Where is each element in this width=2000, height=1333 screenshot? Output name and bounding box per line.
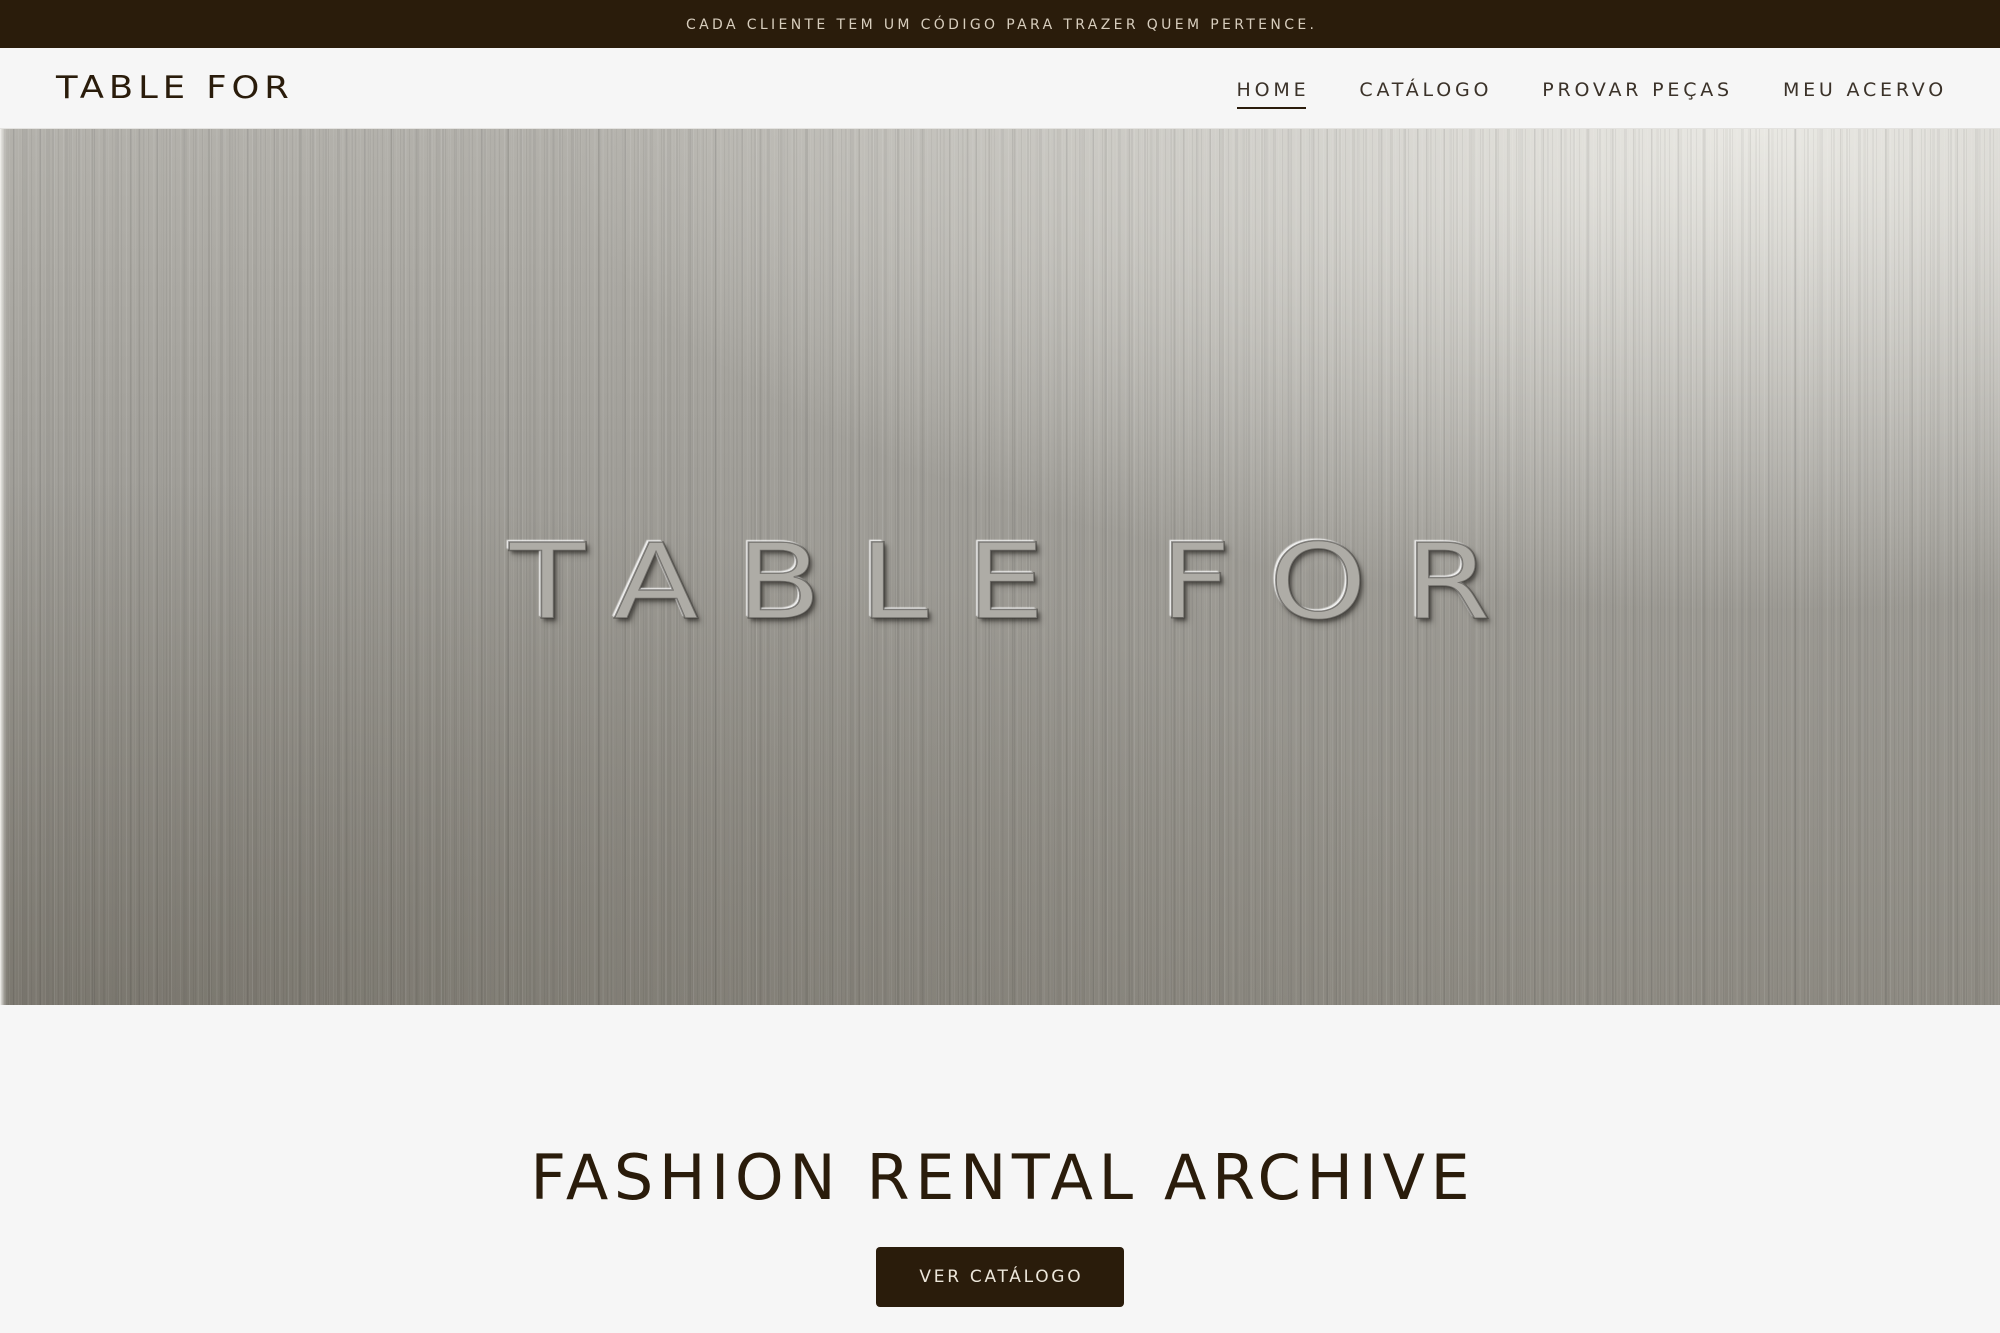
nav-item-label: CATÁLOGO bbox=[1359, 79, 1493, 101]
nav-item-label: PROVAR PEÇAS bbox=[1542, 79, 1733, 101]
nav-item-catalogo[interactable]: CATÁLOGO bbox=[1359, 81, 1492, 100]
announcement-bar: CADA CLIENTE TEM UM CÓDIGO PARA TRAZER Q… bbox=[0, 0, 2000, 48]
site-logo[interactable]: TABLE FOR bbox=[56, 73, 294, 104]
announcement-text: CADA CLIENTE TEM UM CÓDIGO PARA TRAZER Q… bbox=[685, 17, 1318, 33]
site-header: TABLE FOR HOME CATÁLOGO PROVAR PEÇAS MEU… bbox=[0, 48, 2000, 129]
nav-item-meu-acervo[interactable]: MEU ACERVO bbox=[1783, 81, 1947, 100]
intro-section: FASHION RENTAL ARCHIVE VER CATÁLOGO bbox=[0, 1005, 2000, 1333]
active-nav-underline bbox=[1236, 107, 1306, 109]
nav-item-label: HOME bbox=[1236, 79, 1310, 101]
main-nav: HOME CATÁLOGO PROVAR PEÇAS MEU ACERVO bbox=[1236, 79, 1947, 109]
nav-item-home[interactable]: HOME bbox=[1236, 79, 1310, 109]
intro-title: FASHION RENTAL ARCHIVE bbox=[530, 1141, 1476, 1214]
hero-embossed-logo: TABLE FOR bbox=[508, 521, 1529, 643]
hero-logo-container: TABLE FOR bbox=[0, 521, 2000, 643]
view-catalog-button[interactable]: VER CATÁLOGO bbox=[876, 1247, 1124, 1307]
nav-item-label: MEU ACERVO bbox=[1782, 79, 1947, 101]
nav-item-provar-pecas[interactable]: PROVAR PEÇAS bbox=[1542, 81, 1733, 100]
hero-banner: TABLE FOR bbox=[0, 129, 2000, 1005]
